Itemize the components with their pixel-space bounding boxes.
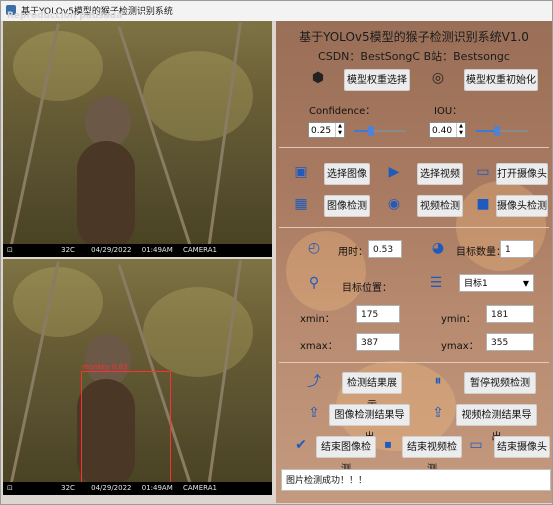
export-video-button[interactable]: 视频检测结果导出: [456, 404, 537, 443]
monkey-body: [77, 141, 135, 251]
stamp-camera: CAMERA1: [182, 246, 217, 254]
camera-stamp: ⊡ 32C 04/29/2022 01:49AM CAMERA1: [3, 482, 272, 495]
image-detect-button[interactable]: 图像检测: [324, 195, 370, 217]
divider: [279, 227, 549, 228]
time-label: 用时：: [338, 247, 368, 258]
location-icon: ⚲: [308, 275, 320, 291]
camera-stamp: ⊡ 32C 04/29/2022 01:49AM CAMERA1: [3, 244, 272, 257]
count-label: 目标数量：: [456, 247, 506, 258]
iou-slider[interactable]: [476, 126, 528, 136]
stamp-date: 04/29/2022: [91, 246, 132, 254]
image-icon: ▣: [294, 164, 308, 180]
count-field[interactable]: 1: [500, 240, 534, 258]
show-results-button[interactable]: 检测结果展示: [342, 372, 402, 411]
iou-value: 0.40: [432, 126, 453, 136]
detection-label: monkey 0.83: [82, 363, 128, 371]
pie-chart-icon: ◕: [431, 240, 445, 256]
stop-icon: ⏹: [384, 437, 392, 453]
app-subtitle: CSDN：BestSongC B站：Bestsongc: [318, 50, 510, 63]
video-detect-button[interactable]: 视频检测: [417, 195, 463, 217]
confidence-label: Confidence：: [309, 106, 376, 117]
webcam-icon: ◉: [387, 196, 401, 212]
target-select-value: 目标1: [464, 279, 488, 289]
xmin-label: xmin：: [300, 314, 335, 325]
ymax-field[interactable]: 355: [486, 333, 534, 351]
foliage: [143, 51, 253, 141]
stamp-temp: 32C: [61, 484, 75, 492]
open-camera-button[interactable]: 打开摄像头: [496, 163, 548, 185]
end-image-button[interactable]: 结束图像检测: [316, 436, 376, 475]
watermark: Reproducción pausada: [7, 11, 123, 21]
time-field[interactable]: 0.53: [368, 240, 402, 258]
upload-icon: ⇪: [432, 405, 444, 421]
end-camera-button[interactable]: 结束摄像头: [494, 436, 550, 458]
detection-image-view: monkey 0.83 ⊡ 32C 04/29/2022 01:49AM CAM…: [3, 259, 272, 495]
iou-slider-handle[interactable]: [494, 126, 500, 136]
stamp-time: 01:49AM: [141, 246, 173, 254]
stamp-camera: CAMERA1: [182, 484, 217, 492]
chart-icon: ⤴: [307, 374, 321, 390]
xmax-field[interactable]: 387: [356, 333, 400, 351]
video-icon: ▶: [388, 164, 400, 180]
camera-icon: ▭: [476, 164, 490, 180]
ymax-label: ymax：: [441, 341, 479, 352]
ymin-label: ymin：: [441, 314, 476, 325]
confidence-spinbox[interactable]: 0.25 ▲ ▼: [308, 122, 345, 138]
control-panel: 基于YOLOv5模型的猴子检测识别系统V1.0 CSDN：BestSongC B…: [276, 21, 552, 503]
stamp-date: 04/29/2022: [91, 484, 132, 492]
stamp-icon: ⊡: [7, 246, 13, 254]
stamp-icon: ⊡: [7, 484, 13, 492]
select-weight-button[interactable]: 模型权重选择: [344, 69, 410, 91]
target-icon: ◎: [431, 70, 445, 86]
status-bar: 图片检测成功！！！: [281, 469, 551, 491]
xmin-field[interactable]: 175: [356, 305, 400, 323]
confidence-value: 0.25: [311, 126, 332, 136]
position-label: 目标位置：: [342, 283, 392, 294]
app-title: 基于YOLOv5模型的猴子检测识别系统V1.0: [299, 30, 529, 44]
check-circle-icon: ✔: [295, 437, 307, 453]
iou-label: IOU：: [434, 106, 463, 117]
stamp-temp: 32C: [61, 246, 75, 254]
xmax-label: xmax：: [300, 341, 338, 352]
cube-icon: ⬢: [311, 70, 325, 86]
foliage: [13, 31, 103, 101]
camera-off-icon: ▭: [469, 437, 483, 453]
target-select[interactable]: 目标1 ▼: [459, 274, 534, 292]
select-video-button[interactable]: 选择视频: [417, 163, 463, 185]
end-video-button[interactable]: 结束视频检测: [402, 436, 462, 475]
spin-arrows-icon[interactable]: ▲ ▼: [456, 123, 465, 137]
original-image-view: ⊡ 32C 04/29/2022 01:49AM CAMERA1: [3, 21, 272, 257]
foliage: [13, 267, 103, 337]
confidence-slider[interactable]: [354, 126, 406, 136]
foliage: [143, 287, 253, 377]
divider: [279, 147, 549, 148]
image-detect-icon: ▦: [294, 196, 308, 212]
divider: [279, 362, 549, 363]
detection-box: monkey 0.83: [81, 363, 171, 483]
app-window: 基于YOLOv5模型的猴子检测识别系统 Reproducción pausada…: [0, 0, 553, 505]
init-weight-button[interactable]: 模型权重初始化: [464, 69, 538, 91]
select-image-button[interactable]: 选择图像: [324, 163, 370, 185]
pause-icon: ⏸: [434, 373, 442, 389]
upload-icon: ⇪: [308, 405, 320, 421]
confidence-slider-handle[interactable]: [368, 126, 374, 136]
export-image-button[interactable]: 图像检测结果导出: [329, 404, 410, 443]
spin-arrows-icon[interactable]: ▲ ▼: [335, 123, 344, 137]
pause-video-button[interactable]: 暂停视频检测: [464, 372, 536, 394]
camera-detect-button[interactable]: 摄像头检测: [496, 195, 548, 217]
chevron-down-icon: ▼: [522, 279, 529, 288]
camcorder-icon: ■: [476, 196, 490, 212]
ymin-field[interactable]: 181: [486, 305, 534, 323]
iou-spinbox[interactable]: 0.40 ▲ ▼: [429, 122, 466, 138]
list-icon: ☰: [429, 275, 443, 291]
stamp-time: 01:49AM: [141, 484, 173, 492]
clock-icon: ◴: [307, 240, 321, 256]
